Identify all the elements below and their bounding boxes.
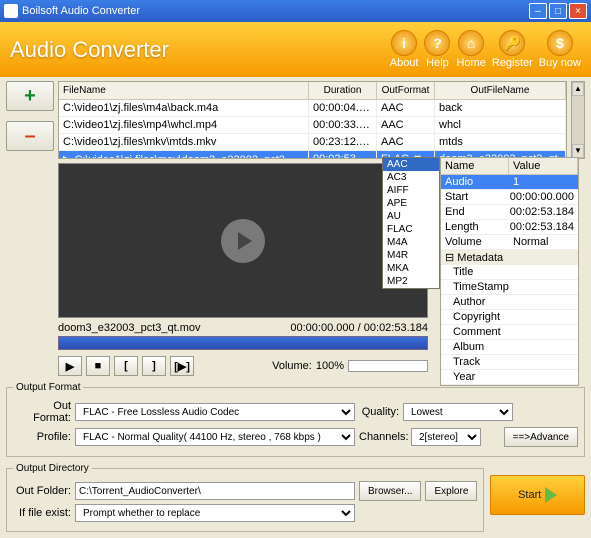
dropdown-option[interactable]: APE [383, 197, 439, 210]
app-icon [4, 4, 18, 18]
stop-button[interactable]: ■ [86, 356, 110, 376]
video-preview[interactable] [58, 163, 428, 318]
prop-row[interactable]: Copyright [441, 310, 578, 325]
prop-category-metadata[interactable]: ⊟ Metadata [441, 250, 578, 265]
channels-select[interactable]: 2[stereo] [411, 428, 481, 446]
out-folder-input[interactable] [75, 482, 355, 500]
advance-button[interactable]: ==>Advance [504, 427, 578, 447]
play-icon [545, 487, 557, 503]
col-filename[interactable]: FileName [59, 82, 309, 99]
prop-col-name[interactable]: Name [441, 158, 509, 174]
prop-row[interactable]: Title [441, 265, 578, 280]
out-format-label: Out Format: [13, 400, 71, 424]
volume-label: Volume: [272, 360, 312, 372]
header-buy-now-button[interactable]: $Buy now [539, 30, 581, 69]
progress-slider[interactable] [58, 336, 428, 350]
header-register-button[interactable]: 🔑Register [492, 30, 533, 69]
header-help-button[interactable]: ?Help [424, 30, 450, 69]
table-row[interactable]: C:\video1\zj.files\mp4\whcl.mp400:00:33.… [59, 117, 566, 134]
dropdown-option[interactable]: MP2 [383, 275, 439, 288]
quality-select[interactable]: Lowest [403, 403, 513, 421]
file-table: FileName Duration OutFormat OutFileName … [58, 81, 567, 159]
scroll-down-icon[interactable]: ▼ [572, 144, 584, 158]
maximize-button[interactable]: □ [549, 3, 567, 19]
prop-row[interactable]: Author [441, 295, 578, 310]
prop-row[interactable]: Start00:00:00.000 [441, 190, 578, 205]
prop-row[interactable]: Comment [441, 325, 578, 340]
preview-time: 00:00:00.000 / 00:02:53.184 [290, 322, 428, 334]
prop-row[interactable]: End00:02:53.184 [441, 205, 578, 220]
browse-button[interactable]: Browser... [359, 481, 421, 501]
volume-percent: 100% [316, 360, 344, 372]
scroll-up-icon[interactable]: ▲ [572, 82, 584, 96]
format-dropdown-list[interactable]: AACAC3AIFFAPEAUFLACM4AM4RMKAMP2 [382, 157, 440, 289]
table-row[interactable]: C:\video1\zj.files\mkv\mtds.mkv00:23:12.… [59, 134, 566, 151]
dropdown-option[interactable]: M4R [383, 249, 439, 262]
explore-button[interactable]: Explore [425, 481, 477, 501]
header-home-button[interactable]: ⌂Home [456, 30, 485, 69]
remove-button[interactable]: – [6, 121, 54, 151]
out-folder-label: Out Folder: [13, 485, 71, 497]
prop-row[interactable]: Album [441, 340, 578, 355]
mark-out-button[interactable]: ] [142, 356, 166, 376]
dropdown-option[interactable]: FLAC [383, 223, 439, 236]
quality-label: Quality: [359, 406, 399, 418]
header: Audio Converter iAbout?Help⌂Home🔑Registe… [0, 22, 591, 77]
minimize-button[interactable]: – [529, 3, 547, 19]
output-directory-group: Output Directory Out Folder: Browser... … [6, 463, 484, 532]
prop-row[interactable]: Track [441, 355, 578, 370]
close-button[interactable]: × [569, 3, 587, 19]
prop-row[interactable]: Length00:02:53.184 [441, 220, 578, 235]
titlebar: Boilsoft Audio Converter – □ × [0, 0, 591, 22]
prop-col-value[interactable]: Value [509, 158, 578, 174]
col-outformat[interactable]: OutFormat [377, 82, 435, 99]
volume-slider[interactable] [348, 360, 428, 372]
prop-row[interactable]: VolumeNormal [441, 235, 578, 250]
if-exist-label: If file exist: [13, 507, 71, 519]
dropdown-option[interactable]: AIFF [383, 184, 439, 197]
if-exist-select[interactable]: Prompt whether to replace [75, 504, 355, 522]
dropdown-option[interactable]: AAC [383, 158, 439, 171]
dropdown-option[interactable]: AC3 [383, 171, 439, 184]
dropdown-option[interactable]: AU [383, 210, 439, 223]
play-overlay-icon[interactable] [221, 219, 265, 263]
dropdown-option[interactable]: MKA [383, 262, 439, 275]
header-about-button[interactable]: iAbout [390, 30, 419, 69]
profile-select[interactable]: FLAC - Normal Quality( 44100 Hz, stereo … [75, 428, 355, 446]
output-format-group: Output Format Out Format: FLAC - Free Lo… [6, 382, 585, 457]
prop-row[interactable]: Year [441, 370, 578, 385]
app-title: Audio Converter [10, 37, 169, 63]
add-button[interactable]: + [6, 81, 54, 111]
col-duration[interactable]: Duration [309, 82, 377, 99]
preview-filename: doom3_e32003_pct3_qt.mov [58, 322, 201, 334]
out-format-select[interactable]: FLAC - Free Lossless Audio Codec [75, 403, 355, 421]
col-outfilename[interactable]: OutFileName [435, 82, 566, 99]
prop-row[interactable]: TimeStamp [441, 280, 578, 295]
profile-label: Profile: [13, 431, 71, 443]
dropdown-option[interactable]: M4A [383, 236, 439, 249]
start-button[interactable]: Start [490, 475, 585, 515]
play-button[interactable]: ▶ [58, 356, 82, 376]
prop-row[interactable]: Audio1 [441, 175, 578, 190]
next-mark-button[interactable]: [▶] [170, 356, 194, 376]
mark-in-button[interactable]: [ [114, 356, 138, 376]
table-row[interactable]: C:\video1\zj.files\m4a\back.m4a00:00:04.… [59, 100, 566, 117]
channels-label: Channels: [359, 431, 407, 443]
properties-panel: Name Value Audio1Start00:00:00.000End00:… [440, 157, 579, 386]
vscrollbar[interactable]: ▲ ▼ [571, 81, 585, 159]
window-title: Boilsoft Audio Converter [22, 5, 140, 17]
